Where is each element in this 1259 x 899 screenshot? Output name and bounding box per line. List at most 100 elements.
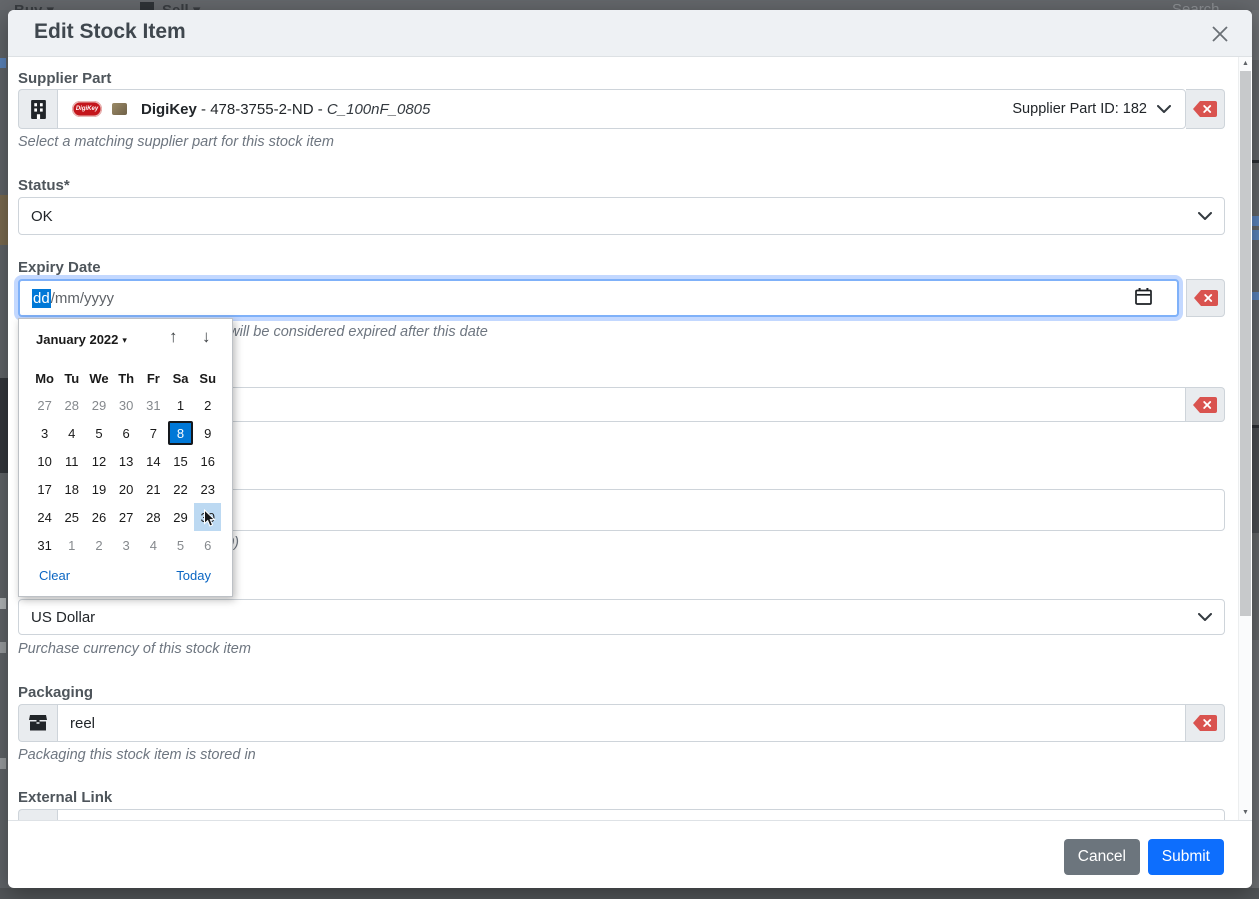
edit-stock-item-modal: Edit Stock Item Supplier Part DigiKey Di… [8,10,1252,888]
calendar-day[interactable]: 3 [31,419,58,447]
calendar-day[interactable]: 27 [113,503,140,531]
calendar-day[interactable]: 15 [167,447,194,475]
chevron-down-icon [1157,101,1171,118]
supplier-logo: DigiKey [72,101,102,117]
calendar-day[interactable]: 28 [58,391,85,419]
calendar-day[interactable]: 29 [167,503,194,531]
calendar-day[interactable]: 28 [140,503,167,531]
calendar-day[interactable]: 27 [31,391,58,419]
calendar-day[interactable]: 16 [194,447,221,475]
calendar-day[interactable]: 29 [85,391,112,419]
calendar-day[interactable]: 31 [31,531,58,559]
calendar-day[interactable]: 26 [85,503,112,531]
supplier-part-id-badge: Supplier Part ID: 182 [1012,101,1147,117]
calendar-day[interactable]: 22 [167,475,194,503]
supplier-part-help: Select a matching supplier part for this… [18,134,334,150]
calendar-weekday: Sa [167,369,194,387]
submit-button[interactable]: Submit [1148,839,1224,875]
expiry-date-input[interactable]: dd/mm/yyyy [18,279,1179,317]
calendar-weekday-row: MoTuWeThFrSaSu [31,369,221,387]
supplier-part-select[interactable]: DigiKey DigiKey - 478-3755-2-ND - C_100n… [57,89,1186,129]
calendar-day[interactable]: 21 [140,475,167,503]
currency-group: US Dollar [18,599,1225,635]
calendar-day[interactable]: 9 [194,419,221,447]
date-segment-day: dd [32,289,51,308]
supplier-clear-button[interactable] [1186,89,1225,129]
close-icon[interactable] [1210,24,1230,44]
packaging-group: reel [18,704,1225,742]
chevron-down-icon [1198,208,1212,225]
background-nav-icon [140,2,154,10]
calendar-day[interactable]: 1 [58,531,85,559]
background-nav-buy: Buy ▾ [14,1,54,10]
calendar-day[interactable]: 20 [113,475,140,503]
calendar-day[interactable]: 1 [167,391,194,419]
status-value: OK [31,208,53,225]
modal-scrollbar[interactable]: ▲ ▼ [1238,57,1251,820]
calendar-grid: 2728293031123456789101112131415161718192… [31,391,221,559]
currency-select[interactable]: US Dollar [18,599,1225,635]
calendar-weekday: Th [113,369,140,387]
status-label: Status* [18,177,70,194]
calendar-day[interactable]: 6 [194,531,221,559]
background-navbar: Buy ▾ Sell ▾ Search [0,0,1259,10]
mouse-cursor-icon [203,509,216,531]
calendar-day[interactable]: 6 [113,419,140,447]
calendar-day[interactable]: 4 [58,419,85,447]
date-segment-rest: /mm/yyyy [51,290,114,307]
packaging-label: Packaging [18,684,93,701]
calendar-day[interactable]: 2 [85,531,112,559]
packaging-value: reel [70,715,95,732]
modal-footer: Cancel Submit [8,820,1252,887]
calendar-day[interactable]: 2 [194,391,221,419]
calendar-icon[interactable] [1134,287,1153,310]
calendar-day[interactable]: 23 [194,475,221,503]
calendar-today-link[interactable]: Today [176,568,211,583]
calendar-day[interactable]: 30 [113,391,140,419]
calendar-day[interactable]: 12 [85,447,112,475]
calendar-weekday: Mo [31,369,58,387]
packaging-input[interactable]: reel [57,704,1186,742]
calendar-month-selector[interactable]: January 2022▾ [36,332,127,347]
external-link-input[interactable] [57,809,1225,820]
calendar-day[interactable]: 17 [31,475,58,503]
calendar-day[interactable]: 14 [140,447,167,475]
calendar-day[interactable]: 3 [113,531,140,559]
scroll-down-arrow[interactable]: ▼ [1239,806,1252,820]
modal-body: Supplier Part DigiKey DigiKey - 478-3755… [8,57,1252,820]
month-caret-icon: ▾ [122,335,127,345]
calendar-day[interactable]: 8 [168,421,193,445]
supplier-part-label: Supplier Part [18,70,111,87]
calendar-day[interactable]: 11 [58,447,85,475]
supplier-sku: - 478-3755-2-ND - [197,101,327,118]
cancel-button[interactable]: Cancel [1064,839,1140,875]
calendar-day[interactable]: 4 [140,531,167,559]
background-left-strip [0,10,8,888]
background-nav-sell: Sell ▾ [162,1,200,10]
date-picker-popup: January 2022▾ ↑ ↓ MoTuWeThFrSaSu 2728293… [18,318,233,597]
calendar-day[interactable]: 31 [140,391,167,419]
next-month-arrow-icon[interactable]: ↓ [202,327,211,347]
scroll-up-arrow[interactable]: ▲ [1239,57,1252,71]
supplier-name: DigiKey [141,101,197,118]
calendar-day[interactable]: 5 [167,531,194,559]
calendar-day[interactable]: 10 [31,447,58,475]
calendar-day[interactable]: 13 [113,447,140,475]
calendar-day[interactable]: 18 [58,475,85,503]
calendar-clear-link[interactable]: Clear [39,568,70,583]
calendar-day[interactable]: 24 [31,503,58,531]
expiry-clear-button[interactable] [1186,279,1225,317]
previous-month-arrow-icon[interactable]: ↑ [169,327,178,347]
expiry-date-group: dd/mm/yyyy [18,279,1225,317]
calendar-weekday: Su [194,369,221,387]
occluded-field-1-clear-button[interactable] [1186,387,1225,422]
calendar-day[interactable]: 5 [85,419,112,447]
calendar-day[interactable]: 7 [140,419,167,447]
scrollbar-thumb[interactable] [1240,71,1251,616]
calendar-day[interactable]: 25 [58,503,85,531]
status-select[interactable]: OK [18,197,1225,235]
packaging-clear-button[interactable] [1186,704,1225,742]
chevron-down-icon [1198,609,1212,626]
background-bottom-strip [0,888,1259,899]
calendar-day[interactable]: 19 [85,475,112,503]
